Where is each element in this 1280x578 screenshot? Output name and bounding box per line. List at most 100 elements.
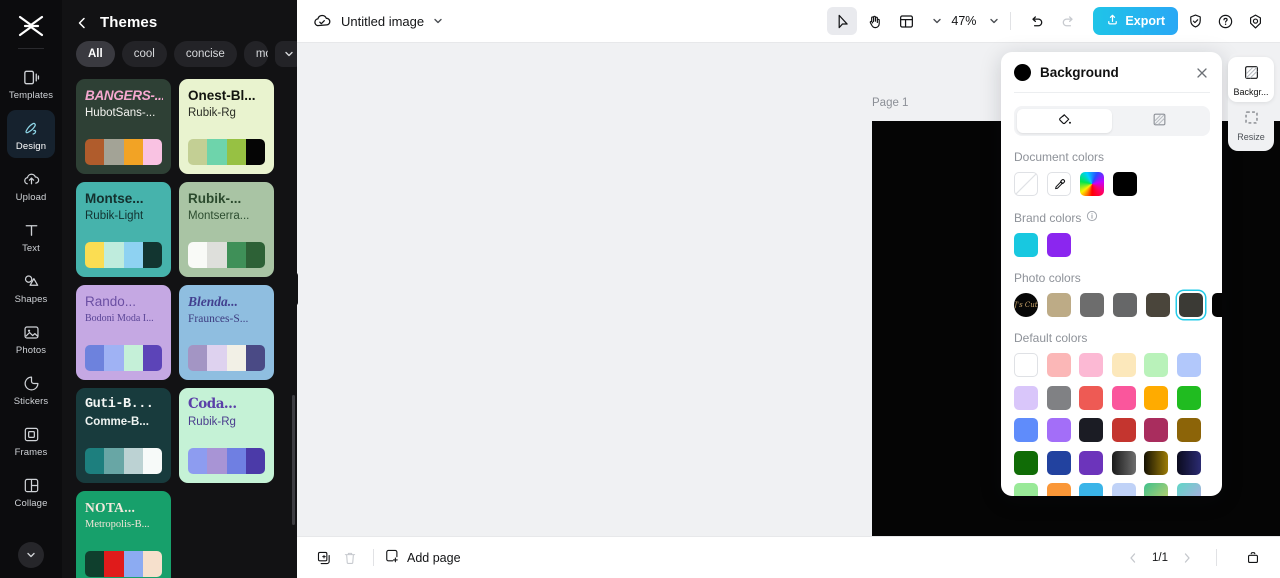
- layout-tool-button[interactable]: [891, 7, 921, 35]
- eyedropper-swatch[interactable]: [1047, 172, 1071, 196]
- color-picker-swatch[interactable]: [1080, 172, 1104, 196]
- capcut-logo[interactable]: [11, 10, 51, 42]
- photo-color-swatch[interactable]: [1080, 293, 1104, 317]
- themes-scrollbar[interactable]: [292, 395, 295, 525]
- default-color-swatch[interactable]: [1144, 418, 1168, 442]
- theme-secondary-font: Bodoni Moda I...: [85, 313, 154, 324]
- default-color-swatch[interactable]: [1111, 418, 1136, 442]
- page-navigator: 1/1: [1127, 545, 1266, 571]
- photo-source-thumbnail[interactable]: J's Cut: [1014, 293, 1038, 317]
- default-color-swatch[interactable]: [1079, 353, 1103, 377]
- current-background-swatch[interactable]: [1014, 64, 1031, 81]
- default-color-swatch[interactable]: [1144, 353, 1168, 377]
- default-color-swatch[interactable]: [1176, 353, 1201, 377]
- default-color-swatch[interactable]: [1014, 418, 1038, 442]
- default-color-swatch[interactable]: [1014, 385, 1038, 410]
- no-color-swatch[interactable]: [1014, 172, 1038, 196]
- right-rail-item-background[interactable]: Backgr...: [1228, 57, 1274, 102]
- next-page-icon[interactable]: [1181, 552, 1193, 564]
- right-rail-item-resize[interactable]: Resize: [1228, 102, 1274, 147]
- default-color-swatch[interactable]: [1046, 450, 1071, 475]
- brand-color-swatch[interactable]: [1014, 233, 1038, 257]
- shield-check-icon[interactable]: [1182, 8, 1208, 34]
- default-color-swatch[interactable]: [1046, 483, 1071, 496]
- photo-color-swatch[interactable]: [1113, 293, 1137, 317]
- brand-color-swatch[interactable]: [1047, 233, 1071, 257]
- default-color-swatch[interactable]: [1111, 385, 1136, 410]
- theme-card[interactable]: Montse... Rubik-Light: [76, 182, 171, 277]
- filter-chip-modern[interactable]: modern: [243, 41, 268, 67]
- default-color-swatch[interactable]: [1111, 353, 1136, 377]
- info-icon[interactable]: [1086, 210, 1098, 225]
- sidebar-item-upload[interactable]: Upload: [7, 161, 55, 209]
- prev-page-icon[interactable]: [1127, 552, 1139, 564]
- theme-card[interactable]: Onest-Bl... Rubik-Rg: [179, 79, 274, 174]
- add-page-button[interactable]: Add page: [384, 548, 461, 567]
- default-color-swatch[interactable]: [1111, 450, 1136, 475]
- theme-card[interactable]: BANGERS-... HubotSans-...: [76, 79, 171, 174]
- theme-card[interactable]: Rubik-... Montserra...: [179, 182, 274, 277]
- sidebar-item-photos[interactable]: Photos: [7, 314, 55, 362]
- default-color-swatch[interactable]: [1079, 450, 1103, 475]
- default-color-swatch[interactable]: [1144, 385, 1168, 410]
- filter-chip-cool[interactable]: cool: [121, 41, 167, 67]
- default-color-swatch[interactable]: [1079, 385, 1103, 410]
- sidebar-item-collage[interactable]: Collage: [7, 467, 55, 515]
- chevron-down-icon[interactable]: [274, 41, 297, 67]
- select-tool-button[interactable]: [827, 7, 858, 35]
- theme-card[interactable]: Rando... Bodoni Moda I...: [76, 285, 171, 380]
- default-color-swatch[interactable]: [1144, 450, 1168, 475]
- default-color-swatch[interactable]: [1176, 450, 1201, 475]
- rail-collapse-button[interactable]: [18, 542, 44, 568]
- theme-card[interactable]: Blenda... Fraunces-S...: [179, 285, 274, 380]
- default-color-swatch[interactable]: [1046, 418, 1071, 442]
- default-color-swatch[interactable]: [1014, 450, 1038, 475]
- delete-button[interactable]: [337, 545, 363, 571]
- duplicate-button[interactable]: [311, 545, 337, 571]
- chevron-down-icon[interactable]: [432, 15, 444, 27]
- panel-resize-handle[interactable]: [291, 272, 298, 306]
- redo-button[interactable]: [1053, 7, 1083, 35]
- zoom-level[interactable]: 47%: [945, 14, 978, 28]
- question-circle-icon[interactable]: [1212, 8, 1238, 34]
- default-color-swatch[interactable]: [1014, 483, 1038, 496]
- present-icon[interactable]: [1240, 545, 1266, 571]
- hand-tool-button[interactable]: [859, 7, 889, 35]
- sidebar-item-stickers[interactable]: Stickers: [7, 365, 55, 413]
- sidebar-item-text[interactable]: Text: [7, 212, 55, 260]
- default-color-swatch[interactable]: [1046, 385, 1071, 410]
- export-button[interactable]: Export: [1093, 7, 1178, 35]
- theme-card[interactable]: Guti-B... Comme-B...: [76, 388, 171, 483]
- default-color-swatch[interactable]: [1079, 483, 1103, 496]
- default-color-swatch[interactable]: [1176, 418, 1201, 442]
- photo-color-swatch[interactable]: [1179, 293, 1203, 317]
- default-color-swatch[interactable]: [1111, 483, 1136, 496]
- transparent-tab[interactable]: [1112, 109, 1207, 133]
- black-document-swatch[interactable]: [1113, 172, 1137, 196]
- close-icon[interactable]: [1194, 65, 1210, 81]
- settings-gear-icon[interactable]: [1242, 8, 1268, 34]
- undo-button[interactable]: [1021, 7, 1051, 35]
- default-color-swatch[interactable]: [1046, 353, 1071, 377]
- default-color-swatch[interactable]: [1144, 483, 1168, 496]
- filter-chip-all[interactable]: All: [76, 41, 115, 67]
- default-color-swatch[interactable]: [1176, 483, 1201, 496]
- default-color-swatch[interactable]: [1014, 353, 1038, 377]
- photo-color-swatch[interactable]: [1047, 293, 1071, 317]
- sidebar-item-templates[interactable]: Templates: [7, 59, 55, 107]
- sidebar-item-shapes[interactable]: Shapes: [7, 263, 55, 311]
- sidebar-item-frames[interactable]: Frames: [7, 416, 55, 464]
- solid-fill-tab[interactable]: [1017, 109, 1112, 133]
- theme-card[interactable]: Coda... Rubik-Rg: [179, 388, 274, 483]
- sidebar-item-design[interactable]: Design: [7, 110, 55, 158]
- photo-color-swatch[interactable]: [1212, 293, 1222, 317]
- default-color-swatch[interactable]: [1079, 418, 1103, 442]
- zoom-chevron-down-icon[interactable]: [988, 15, 1000, 27]
- photo-color-swatch[interactable]: [1146, 293, 1170, 317]
- theme-card[interactable]: NOTA... Metropolis-B...: [76, 491, 171, 578]
- default-color-swatch[interactable]: [1176, 385, 1201, 410]
- chevron-left-icon[interactable]: [74, 15, 90, 31]
- layout-chevron-down-icon[interactable]: [931, 15, 943, 27]
- filter-chip-concise[interactable]: concise: [173, 41, 237, 67]
- document-title[interactable]: Untitled image: [341, 14, 424, 29]
